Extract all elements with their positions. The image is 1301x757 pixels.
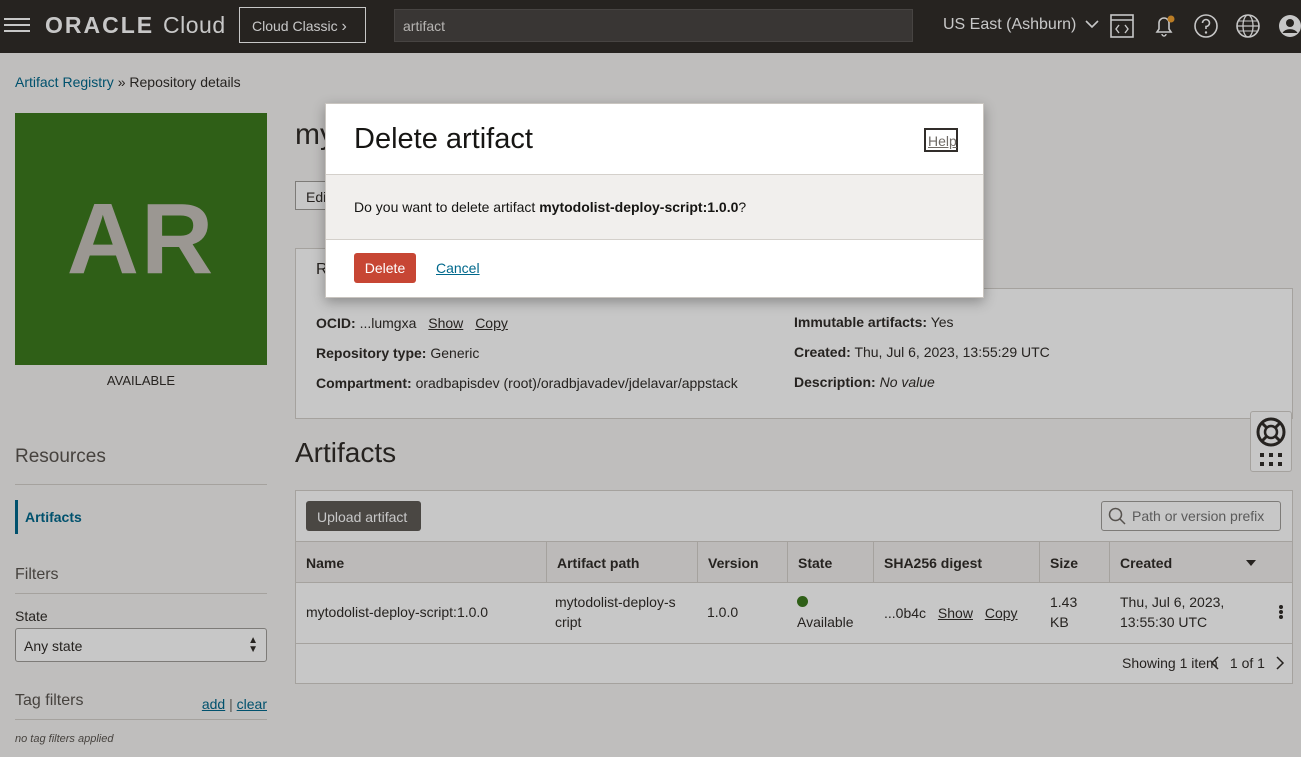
dialog-artifact-name: mytodolist-deploy-script:1.0.0 — [539, 199, 739, 215]
dialog-prompt-suffix: ? — [738, 199, 747, 215]
dialog-prompt-prefix: Do you want to delete artifact — [354, 199, 540, 215]
dialog-title: Delete artifact — [354, 123, 533, 155]
dialog-body: Do you want to delete artifact mytodolis… — [326, 174, 983, 240]
delete-button[interactable]: Delete — [354, 253, 416, 283]
cancel-link[interactable]: Cancel — [436, 260, 480, 276]
delete-artifact-dialog: Delete artifact Help Do you want to dele… — [325, 103, 984, 298]
help-link[interactable]: Help — [924, 128, 958, 152]
